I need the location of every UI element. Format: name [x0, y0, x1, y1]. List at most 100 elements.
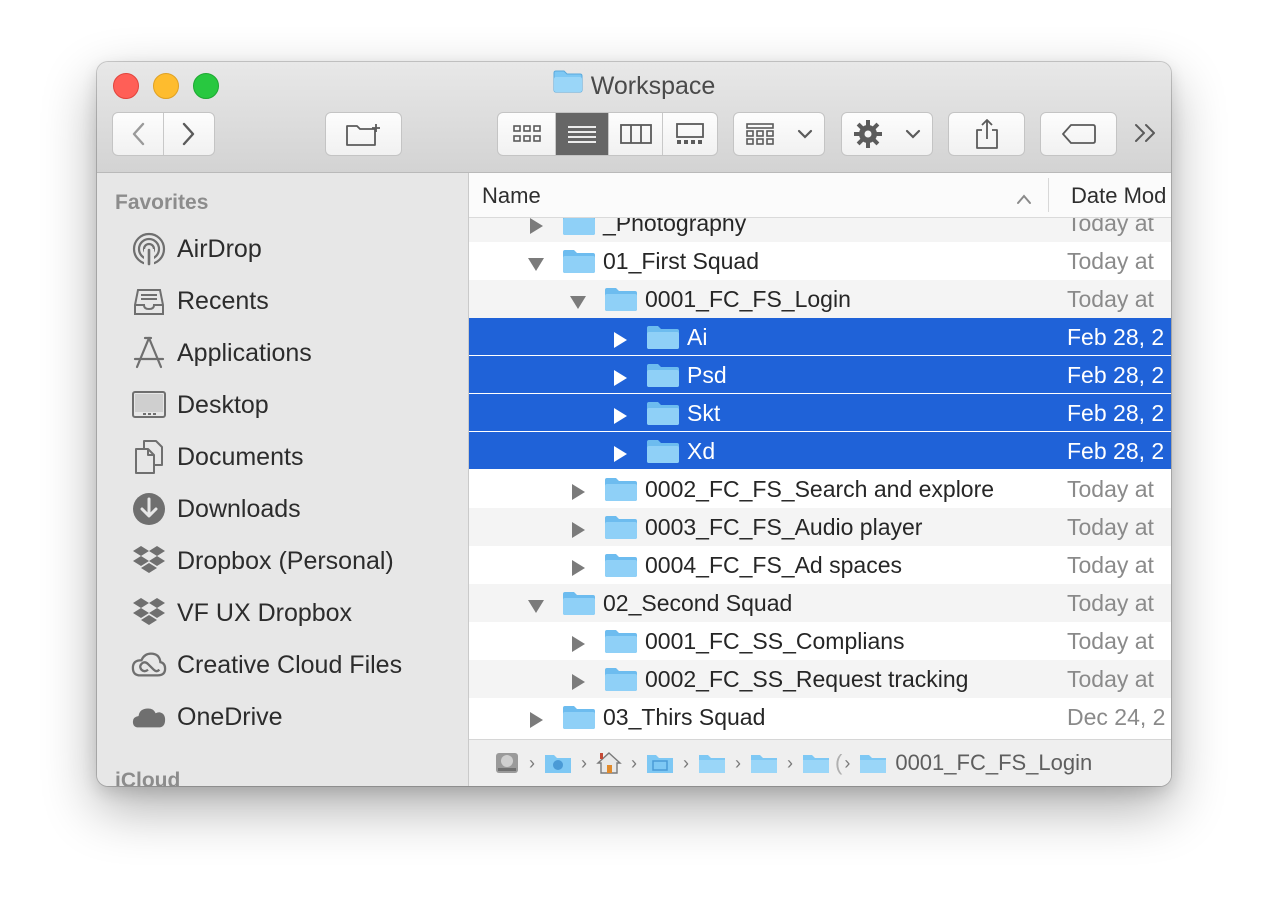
list-view-button[interactable] [556, 113, 610, 155]
sidebar-item-onedrive[interactable]: OneDrive [131, 693, 283, 741]
disclosure-collapsed-icon[interactable] [569, 556, 587, 576]
table-row[interactable]: 01_First Squad Today at [469, 242, 1171, 280]
name-column-header[interactable]: Name [482, 183, 541, 209]
table-row[interactable]: 0002_FC_SS_Request tracking Today at [469, 660, 1171, 698]
table-row[interactable]: 0004_FC_FS_Ad spaces Today at [469, 546, 1171, 584]
row-date-modified: Today at [1067, 514, 1154, 540]
row-date-modified: Feb 28, 2 [1067, 362, 1165, 388]
column-view-button[interactable] [609, 113, 663, 155]
disclosure-collapsed-icon[interactable] [611, 404, 629, 424]
sidebar-item-applications[interactable]: Applications [131, 329, 312, 377]
table-row[interactable]: _Photography Today at [469, 218, 1171, 242]
table-row[interactable]: Xd Feb 28, 2 [469, 432, 1171, 469]
path-bar: › › › › › › ( › 0001_FC_FS_Login [469, 739, 1171, 786]
chevron-double-right-icon [1135, 124, 1155, 142]
sidebar-section-icloud: iCloud [115, 769, 181, 786]
sidebar-item-creative-cloud[interactable]: Creative Cloud Files [131, 641, 402, 689]
folder-icon [553, 69, 583, 101]
date-modified-column-header[interactable]: Date Mod [1071, 183, 1166, 209]
new-folder-button[interactable] [325, 112, 402, 156]
disclosure-collapsed-icon[interactable] [611, 442, 629, 462]
disclosure-expanded-icon[interactable] [527, 594, 545, 613]
path-separator-icon: › [787, 752, 793, 773]
sidebar-item-label: Recents [177, 286, 269, 315]
table-row[interactable]: 0001_FC_FS_Login Today at [469, 280, 1171, 318]
path-crumb-folder[interactable]: ( [802, 750, 842, 776]
dropbox-icon [131, 595, 167, 631]
chevron-down-icon [905, 129, 921, 139]
row-name: Ai [687, 324, 708, 350]
recents-icon [131, 283, 167, 319]
path-crumb-folder[interactable] [698, 752, 726, 774]
folder-icon [562, 704, 596, 736]
group-button[interactable] [733, 112, 825, 156]
folder-icon [604, 628, 638, 660]
disclosure-collapsed-icon[interactable] [569, 518, 587, 538]
sidebar-item-airdrop[interactable]: AirDrop [131, 225, 262, 273]
row-name: Skt [687, 400, 721, 426]
gallery-view-button[interactable] [663, 113, 717, 155]
row-name: 01_First Squad [603, 248, 759, 274]
disclosure-expanded-icon[interactable] [569, 290, 587, 309]
file-list: Name Date Mod _Photography Today at 01_Fir… [469, 173, 1171, 786]
folder-icon [562, 590, 596, 622]
gallery-icon [675, 123, 704, 144]
sidebar-item-downloads[interactable]: Downloads [131, 485, 301, 533]
tags-button[interactable] [1040, 112, 1117, 156]
path-separator-icon: › [683, 752, 689, 773]
table-row[interactable]: 0002_FC_FS_Search and explore Today at [469, 470, 1171, 508]
row-name: 0002_FC_FS_Search and explore [645, 476, 995, 502]
forward-button[interactable] [164, 113, 214, 155]
folder-icon [803, 755, 829, 773]
table-row[interactable]: Ai Feb 28, 2 [469, 318, 1171, 355]
toolbar-overflow-button[interactable] [1133, 120, 1159, 151]
chevron-right-icon [182, 122, 194, 146]
disclosure-collapsed-icon[interactable] [569, 670, 587, 690]
table-row[interactable]: 02_Second Squad Today at [469, 584, 1171, 622]
disclosure-collapsed-icon[interactable] [569, 632, 587, 652]
table-row[interactable]: 03_Thirs Squad Dec 24, 2 [469, 698, 1171, 736]
row-date-modified: Today at [1067, 218, 1154, 236]
icon-view-button[interactable] [498, 113, 557, 155]
path-crumb-folder[interactable] [750, 752, 778, 774]
dropbox-icon [131, 543, 167, 579]
disclosure-collapsed-icon[interactable] [611, 366, 629, 386]
disclosure-collapsed-icon[interactable] [527, 708, 545, 728]
sidebar-item-documents[interactable]: Documents [131, 433, 303, 481]
row-name: 0001_FC_FS_Login [645, 286, 851, 312]
path-crumb-folder[interactable] [646, 752, 674, 774]
disclosure-collapsed-icon[interactable] [527, 218, 545, 234]
back-button[interactable] [113, 113, 164, 155]
disclosure-collapsed-icon[interactable] [611, 328, 629, 348]
disclosure-expanded-icon[interactable] [527, 252, 545, 271]
table-row[interactable]: 0003_FC_FS_Audio player Today at [469, 508, 1171, 546]
path-crumb-home[interactable] [596, 751, 622, 775]
sidebar-item-dropbox-personal[interactable]: Dropbox (Personal) [131, 537, 394, 585]
column-divider[interactable] [1048, 178, 1049, 212]
finder-window: Workspace Favorites AirDrop Recents Appl… [97, 62, 1171, 786]
table-row[interactable]: 0001_FC_SS_Complians Today at [469, 622, 1171, 660]
sidebar-item-vf-ux-dropbox[interactable]: VF UX Dropbox [131, 589, 352, 637]
path-crumb-user[interactable] [544, 752, 572, 774]
path-crumb-disk[interactable] [494, 750, 520, 776]
row-date-modified: Today at [1067, 590, 1154, 616]
path-crumb-current[interactable]: 0001_FC_FS_Login [859, 750, 1092, 776]
sidebar-item-label: Downloads [177, 494, 301, 523]
table-row[interactable]: Psd Feb 28, 2 [469, 356, 1171, 393]
chevron-down-icon [797, 129, 813, 139]
row-date-modified: Feb 28, 2 [1067, 400, 1165, 426]
table-row[interactable]: Skt Feb 28, 2 [469, 394, 1171, 431]
action-button[interactable] [841, 112, 933, 156]
disclosure-collapsed-icon[interactable] [569, 480, 587, 500]
row-date-modified: Today at [1067, 476, 1154, 502]
path-separator-icon: › [581, 752, 587, 773]
row-name: 02_Second Squad [603, 590, 793, 616]
folder-icon [699, 755, 725, 773]
sidebar-item-label: OneDrive [177, 702, 283, 731]
sidebar-item-recents[interactable]: Recents [131, 277, 269, 325]
sidebar-item-label: Desktop [177, 390, 269, 419]
row-date-modified: Feb 28, 2 [1067, 438, 1165, 464]
sidebar-item-desktop[interactable]: Desktop [131, 381, 269, 429]
path-separator-icon: › [631, 752, 637, 773]
share-button[interactable] [948, 112, 1025, 156]
